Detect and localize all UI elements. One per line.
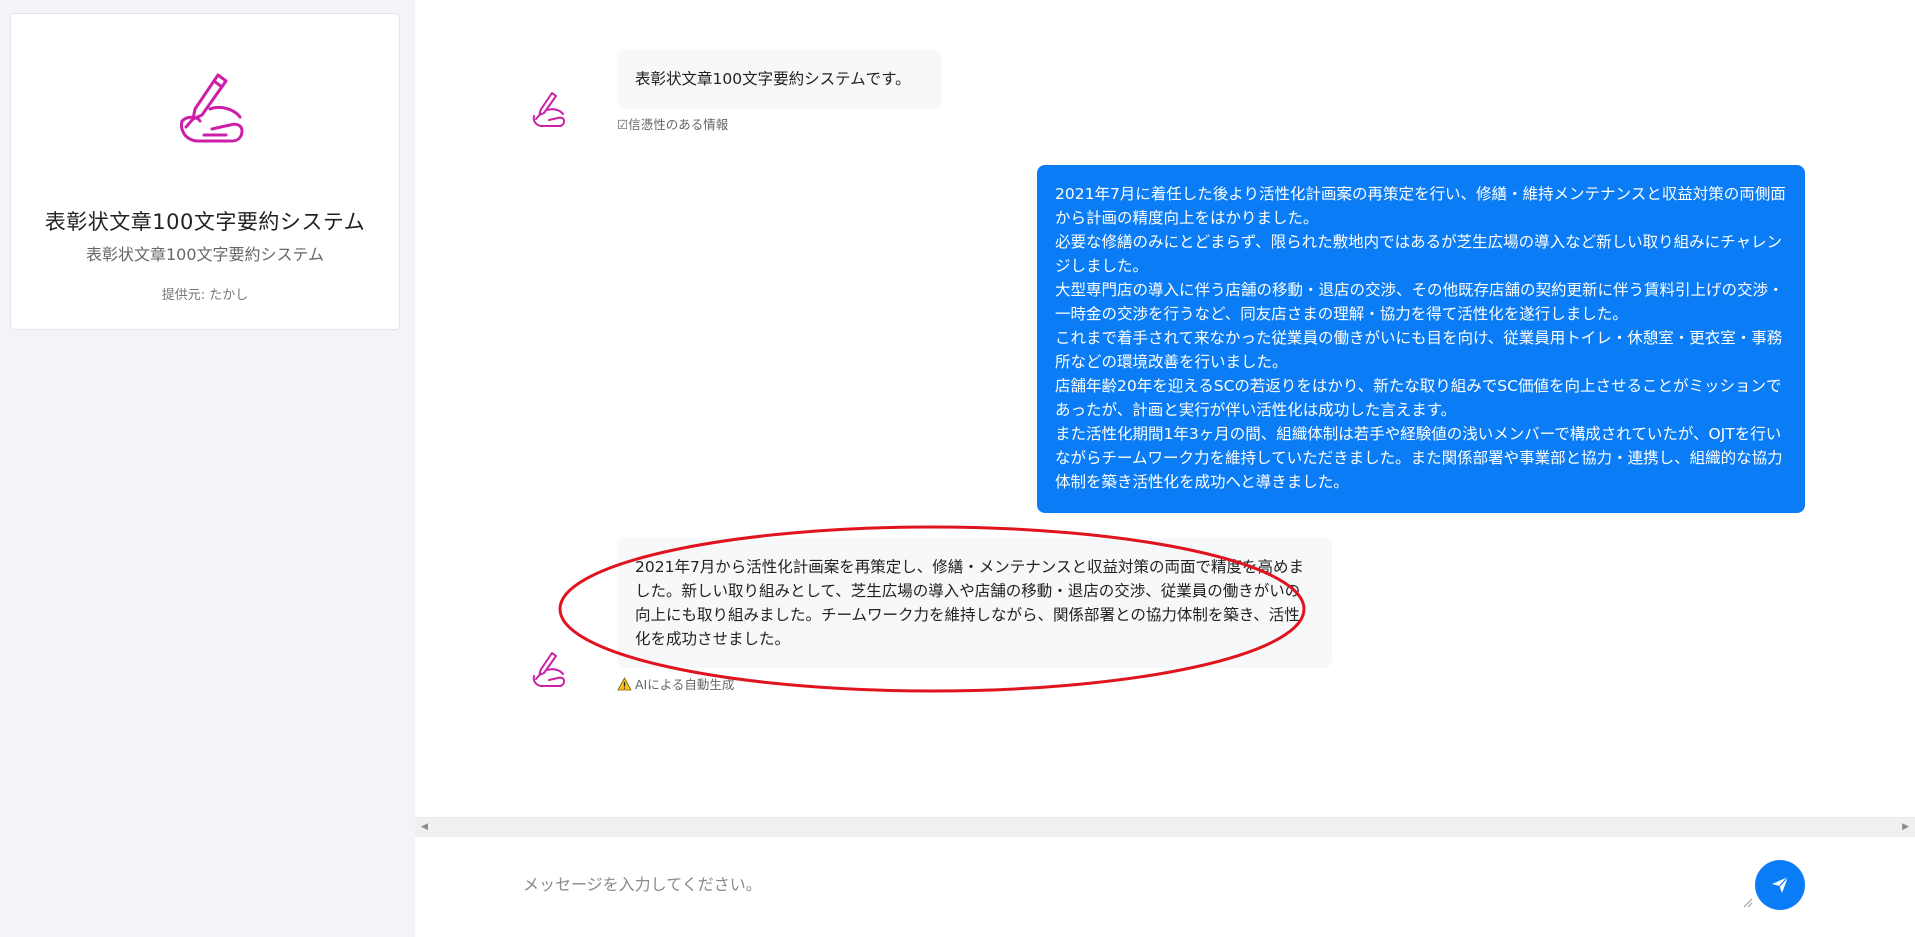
user-message: 2021年7月に着任した後より活性化計画案の再策定を行い、修繕・維持メンテナンス… xyxy=(1037,165,1805,513)
ai-generated-note-text: AIによる自動生成 xyxy=(635,677,735,692)
app-provider: 提供元: たかし xyxy=(161,288,249,303)
message-composer xyxy=(415,838,1915,937)
user-message-line: 大型専門店の導入に伴う店舗の移動・退店の交渉、その他既存店舗の契約更新に伴う賃料… xyxy=(1055,281,1784,323)
scroll-left-arrow-icon[interactable]: ◀ xyxy=(421,822,428,832)
chat-panel: 表彰状文章100文字要約システムです。 ☑信憑性のある情報 2021年7月に着任… xyxy=(415,0,1915,937)
summary-message-text: 2021年7月から活性化計画案を再策定し、修繕・メンテナンスと収益対策の両面で精… xyxy=(635,558,1305,648)
user-message-line: また活性化期間1年3ヶ月の間、組織体制は若手や経験値の浅いメンバーで構成されてい… xyxy=(1055,425,1783,491)
user-message-line: 必要な修繕のみにとどまらず、限られた敷地内ではあるが芝生広場の導入など新しい取り… xyxy=(1055,233,1782,275)
bot-avatar-icon xyxy=(532,652,565,687)
summary-message: 2021年7月から活性化計画案を再策定し、修繕・メンテナンスと収益対策の両面で精… xyxy=(617,538,1332,668)
reliability-note-text: ☑信憑性のある情報 xyxy=(617,117,729,132)
welcome-message: 表彰状文章100文字要約システムです。 xyxy=(617,50,942,109)
welcome-message-text: 表彰状文章100文字要約システムです。 xyxy=(635,70,911,88)
sidebar: 表彰状文章100文字要約システム 表彰状文章100文字要約システム 提供元: た… xyxy=(0,0,415,937)
app-info-card: 表彰状文章100文字要約システム 表彰状文章100文字要約システム 提供元: た… xyxy=(10,13,400,330)
paper-plane-icon xyxy=(1772,876,1789,893)
app-root: 表彰状文章100文字要約システム 表彰状文章100文字要約システム 提供元: た… xyxy=(0,0,1915,937)
user-message-line: 2021年7月に着任した後より活性化計画案の再策定を行い、修繕・維持メンテナンス… xyxy=(1055,185,1786,227)
message-input[interactable] xyxy=(523,866,1853,914)
bot-avatar-icon xyxy=(532,92,565,127)
user-message-line: 店舗年齢20年を迎えるSCの若返りをはかり、新たな取り組みでSC価値を向上させる… xyxy=(1055,377,1782,419)
user-message-line: これまで着手されて来なかった従業員の働きがいにも目を向け、従業員用トイレ・休憩室… xyxy=(1055,329,1783,371)
send-button[interactable] xyxy=(1755,860,1805,910)
warning-icon xyxy=(617,676,632,690)
scroll-right-arrow-icon[interactable]: ▶ xyxy=(1902,822,1909,832)
ai-generated-note: AIによる自動生成 xyxy=(617,674,734,693)
resize-grip-icon[interactable] xyxy=(1741,896,1753,908)
welcome-reliability-note: ☑信憑性のある情報 xyxy=(617,114,728,133)
app-description: 表彰状文章100文字要約システム xyxy=(85,245,325,264)
horizontal-scrollbar[interactable]: ◀ ▶ xyxy=(415,817,1915,837)
hand-writing-pen-icon xyxy=(180,73,244,143)
app-name: 表彰状文章100文字要約システム xyxy=(44,210,366,234)
